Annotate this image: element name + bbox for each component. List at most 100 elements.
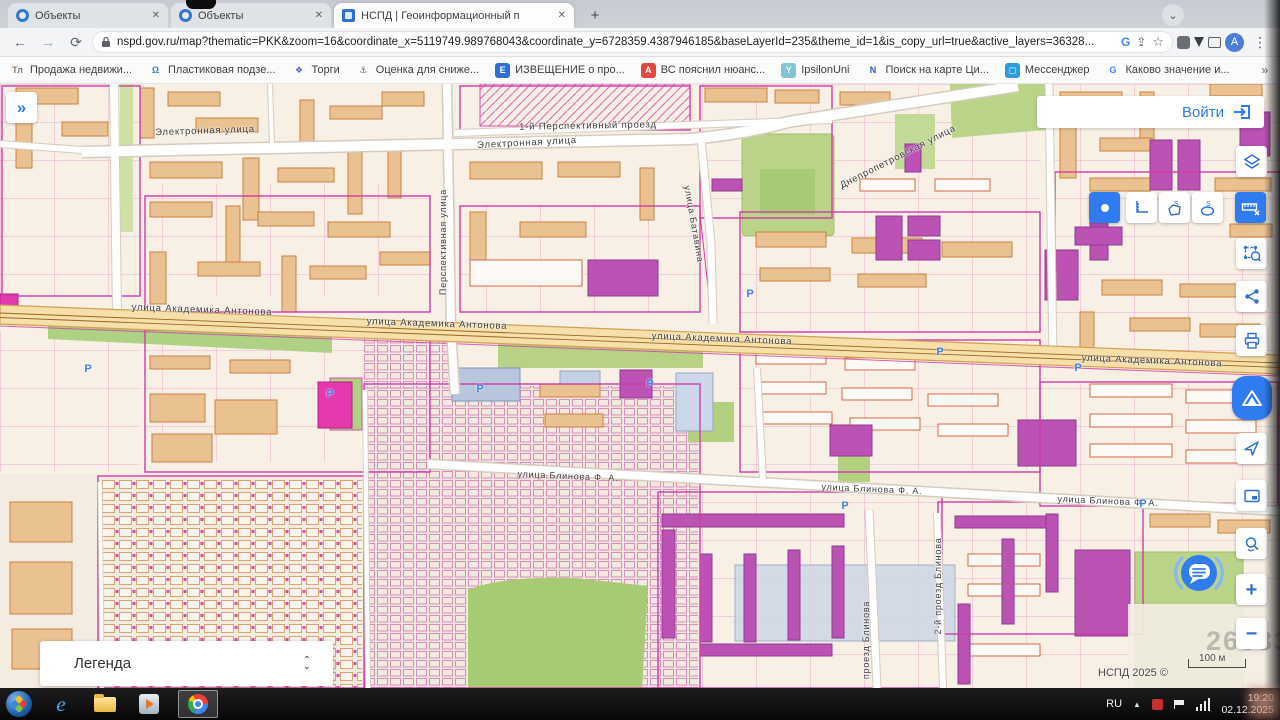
action-center-icon[interactable] <box>1152 699 1163 710</box>
layers-icon <box>1243 153 1261 170</box>
mini-map-button[interactable] <box>1236 480 1267 511</box>
bookmark-item[interactable]: ТлПродажа недвижи... <box>10 63 132 78</box>
back-button[interactable]: ← <box>8 30 32 54</box>
tab-nspd-active[interactable]: НСПД | Геоинформационный п ✕ <box>334 3 574 28</box>
forward-button[interactable]: → <box>36 30 60 54</box>
tab-search-button[interactable] <box>1162 4 1184 26</box>
printer-icon <box>1243 332 1261 350</box>
point-measure-button[interactable] <box>1089 192 1120 223</box>
photo-edge-artifact <box>1264 0 1280 720</box>
bookmark-favicon: ⚓ <box>356 63 371 78</box>
tab-title: Объекты <box>198 10 309 22</box>
taskbar-ie[interactable]: e <box>46 691 76 717</box>
tab-close-icon[interactable]: ✕ <box>315 10 323 21</box>
ruler-button[interactable] <box>1126 192 1157 223</box>
extensions-pin-icon[interactable] <box>1194 37 1204 47</box>
taskbar-explorer[interactable] <box>90 691 120 717</box>
parking-marker: P <box>1074 362 1081 374</box>
bookmark-favicon: А <box>641 63 656 78</box>
browser-toolbar: ← → ⟳ nspd.gov.ru/map?thematic=PKK&zoom=… <box>0 28 1280 57</box>
scale-label: 100 м <box>1199 653 1225 664</box>
tab-close-icon[interactable]: ✕ <box>152 10 160 21</box>
explorer-folder-icon <box>94 697 116 712</box>
share-button[interactable] <box>1236 281 1267 312</box>
tab-objects-1[interactable]: Объекты ✕ <box>8 3 168 28</box>
area-ellipse-button[interactable]: S <box>1192 192 1223 223</box>
layers-button[interactable] <box>1236 146 1267 177</box>
bookmark-star-icon[interactable] <box>1152 34 1164 50</box>
clear-measure-button[interactable] <box>1235 192 1266 223</box>
legend-panel[interactable]: Легенда <box>40 641 333 686</box>
ruler-icon <box>1133 199 1151 216</box>
area-polygon-button[interactable]: S <box>1159 192 1190 223</box>
taskbar-chrome-active[interactable] <box>178 690 218 718</box>
chat-button[interactable] <box>1174 548 1224 598</box>
map-viewport[interactable]: Электронная улица1-й Перспективный проез… <box>0 84 1280 688</box>
reload-button[interactable]: ⟳ <box>64 30 88 54</box>
zoom-out-button[interactable]: − <box>1236 618 1267 649</box>
start-button[interactable] <box>6 691 32 717</box>
nspd-favicon <box>16 9 29 22</box>
bookmark-favicon: ❖ <box>292 63 307 78</box>
bookmark-favicon: ◻ <box>1005 63 1020 78</box>
share-page-icon[interactable] <box>1136 35 1146 49</box>
map-attribution: НСПД 2025 © <box>1098 667 1168 679</box>
flag-icon[interactable] <box>1174 700 1185 709</box>
bookmark-item[interactable]: ЕИЗВЕЩЕНИЕ о про... <box>495 63 625 78</box>
google-lens-icon[interactable]: G <box>1121 35 1130 49</box>
scale-bar: 100 м <box>1188 659 1246 668</box>
plus-icon: + <box>1246 580 1258 600</box>
language-indicator[interactable]: RU <box>1106 698 1122 710</box>
legend-collapse-icon[interactable] <box>303 658 311 670</box>
bookmark-favicon: G <box>1105 63 1120 78</box>
extension-icon[interactable] <box>1177 36 1190 49</box>
bookmark-item[interactable]: NПоиск на карте Ци... <box>866 63 989 78</box>
new-tab-button[interactable]: + <box>583 3 607 27</box>
media-player-icon <box>139 694 159 714</box>
ie-icon: e <box>56 692 65 717</box>
parking-marker: P <box>746 288 753 300</box>
map-canvas[interactable] <box>0 84 1280 688</box>
photo-blur-artifact <box>1246 686 1280 720</box>
my-location-button[interactable] <box>1236 433 1267 464</box>
login-icon <box>1232 103 1252 121</box>
bookmark-favicon: N <box>866 63 881 78</box>
zoom-in-button[interactable]: + <box>1236 574 1267 605</box>
login-label: Войти <box>1182 104 1224 121</box>
bookmark-favicon: Υ <box>781 63 796 78</box>
parking-marker: P <box>84 363 91 375</box>
bookmark-item[interactable]: ΥIpsilonUni <box>781 63 849 78</box>
tab-close-icon[interactable]: ✕ <box>558 10 566 21</box>
bookmark-favicon: Ω <box>148 63 163 78</box>
taskbar-media-player[interactable] <box>134 691 164 717</box>
screen: Объекты ✕ Объекты ✕ НСПД | Геоинформацио… <box>0 0 1280 720</box>
bookmark-item[interactable]: ❖Торги <box>292 63 340 78</box>
login-bar[interactable]: Войти <box>1037 96 1264 128</box>
search-coordinates-button[interactable] <box>1236 528 1267 559</box>
tray-expand-icon[interactable]: ▲ <box>1133 700 1141 709</box>
frame-icon <box>1243 488 1261 504</box>
ellipse-area-icon: S <box>1198 199 1217 217</box>
chrome-icon <box>188 694 208 714</box>
parking-marker: P <box>1139 498 1146 510</box>
bookmark-item[interactable]: ◻Мессенджер <box>1005 63 1090 78</box>
side-panel-icon[interactable] <box>1208 37 1221 48</box>
expand-panel-button[interactable] <box>6 92 37 123</box>
bookmark-item[interactable]: ΩПластиковая подзе... <box>148 63 276 78</box>
select-objects-button[interactable] <box>1236 238 1267 269</box>
parking-marker: P <box>841 500 848 512</box>
address-bar[interactable]: nspd.gov.ru/map?thematic=PKK&zoom=16&coo… <box>92 31 1173 53</box>
chat-icon <box>1174 548 1224 598</box>
bookmark-item[interactable]: ⚓Оценка для сниже... <box>356 63 479 78</box>
legend-label: Легенда <box>74 655 131 672</box>
windows-taskbar: e RU ▲ 19:20 02.12.2025 <box>0 688 1280 720</box>
bookmark-item[interactable]: GКаково значение и... <box>1105 63 1229 78</box>
profile-avatar[interactable]: A <box>1225 33 1244 52</box>
tab-title: НСПД | Геоинформационный п <box>361 10 552 22</box>
navigation-arrow-icon <box>1243 440 1260 457</box>
bookmark-item[interactable]: АВС пояснил нюанс... <box>641 63 765 78</box>
point-icon <box>1098 201 1112 215</box>
print-button[interactable] <box>1236 325 1267 356</box>
network-icon[interactable] <box>1196 698 1211 711</box>
url-text: nspd.gov.ru/map?thematic=PKK&zoom=16&coo… <box>117 36 1115 48</box>
